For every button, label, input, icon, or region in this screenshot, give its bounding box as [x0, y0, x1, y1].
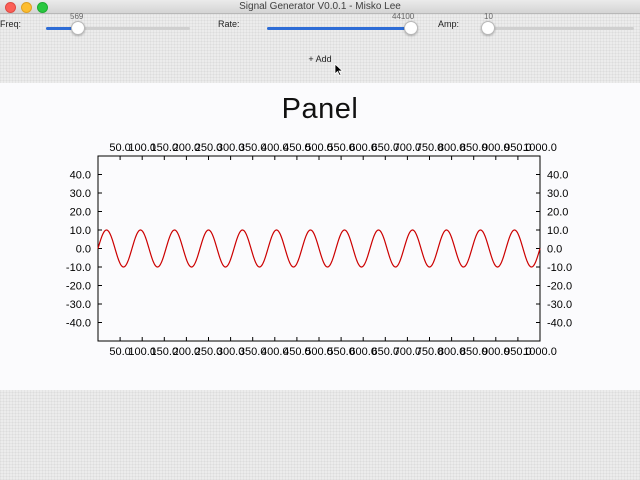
signal-chart: 40.0 40.0 30.0 30.0 20.0 20.0 10.0 10.0 0.0 0.0 -1…: [66, 142, 572, 358]
y-tick-label-left: -30.0: [66, 299, 91, 311]
y-tick-label-left: -40.0: [66, 318, 91, 330]
y-tick-label-right: -30.0: [547, 299, 572, 311]
y-tick-label-left: -10.0: [66, 262, 91, 274]
y-tick-label-left: 30.0: [70, 188, 91, 200]
y-tick-label-left: 0.0: [76, 244, 91, 256]
x-tick-label-bottom: 1000.0: [523, 346, 557, 358]
signal-series-line: [97, 229, 541, 268]
y-tick-label-right: 20.0: [547, 207, 568, 219]
y-tick-label-right: -10.0: [547, 262, 572, 274]
y-tick-label-left: 40.0: [70, 170, 91, 182]
y-tick-label-left: 20.0: [70, 207, 91, 219]
y-tick-label-right: 10.0: [547, 225, 568, 237]
y-tick-label-right: -40.0: [547, 318, 572, 330]
y-tick-label-right: 30.0: [547, 188, 568, 200]
y-tick-label-left: 10.0: [70, 225, 91, 237]
y-tick-label-right: -20.0: [547, 281, 572, 293]
x-tick-label-top: 1000.0: [523, 142, 557, 154]
y-tick-label-right: 0.0: [547, 244, 562, 256]
y-tick-label-left: -20.0: [66, 281, 91, 293]
y-tick-label-right: 40.0: [547, 170, 568, 182]
